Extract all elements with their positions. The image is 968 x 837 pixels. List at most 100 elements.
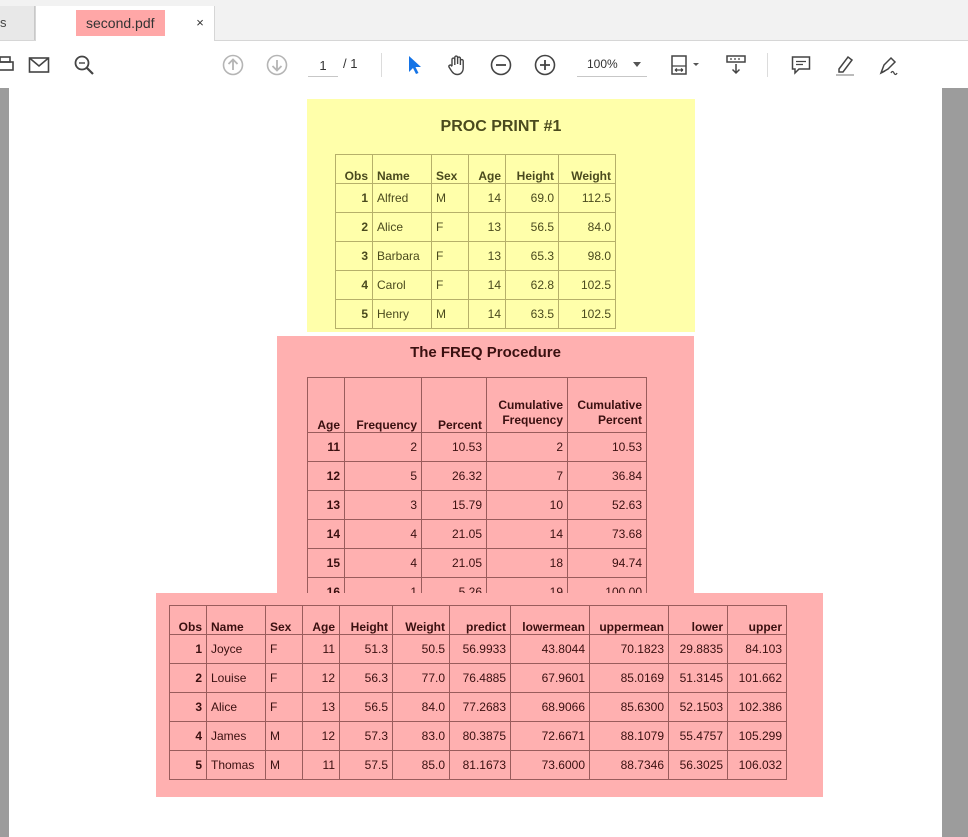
- table-cell: 98.0: [558, 241, 616, 271]
- print-icon[interactable]: [0, 52, 18, 78]
- table-cell: 85.0169: [589, 663, 669, 693]
- table-cell: F: [431, 270, 469, 300]
- table-cell: 5: [344, 461, 422, 491]
- column-header: Height: [339, 605, 393, 635]
- table-cell: 15: [307, 548, 345, 578]
- table-cell: 102.5: [558, 299, 616, 329]
- table-cell: 13: [468, 212, 506, 242]
- mail-icon[interactable]: [26, 52, 52, 78]
- table-cell: 29.8835: [668, 634, 728, 664]
- column-header: Cumulative Percent: [567, 377, 647, 433]
- table-cell: 88.7346: [589, 750, 669, 780]
- column-header: Weight: [558, 154, 616, 184]
- column-header: Obs: [169, 605, 207, 635]
- table-cell: 84.103: [727, 634, 787, 664]
- column-header: Obs: [335, 154, 373, 184]
- table-cell: M: [431, 183, 469, 213]
- table-cell: 72.6671: [510, 721, 590, 751]
- table-row: 14 4 21.05 14 73.68: [307, 519, 647, 549]
- table-cell: 11: [307, 432, 345, 462]
- table-cell: F: [265, 663, 303, 693]
- toolbar-divider: [767, 53, 768, 77]
- table-cell: 43.8044: [510, 634, 590, 664]
- sign-icon[interactable]: [876, 52, 902, 78]
- fit-page-icon[interactable]: [668, 52, 704, 78]
- table-cell: 80.3875: [449, 721, 511, 751]
- tab-previous-label: s: [0, 15, 7, 30]
- table-row: 5 Henry M 14 63.5 102.5: [335, 299, 616, 329]
- column-header: lower: [668, 605, 728, 635]
- toolbar: / 1 100%: [0, 41, 968, 89]
- table-cell: 56.3: [339, 663, 393, 693]
- chevron-down-icon: [633, 62, 641, 67]
- previous-page-icon[interactable]: [220, 52, 246, 78]
- table-cell: 36.84: [567, 461, 647, 491]
- table-cell: 10.53: [421, 432, 487, 462]
- search-icon[interactable]: [71, 52, 97, 78]
- zoom-in-icon[interactable]: [532, 52, 558, 78]
- table-row: 15 4 21.05 18 94.74: [307, 548, 647, 578]
- next-page-icon[interactable]: [264, 52, 290, 78]
- column-header: Height: [505, 154, 559, 184]
- table-cell: 70.1823: [589, 634, 669, 664]
- column-header: Age: [302, 605, 340, 635]
- column-header: Percent: [421, 377, 487, 433]
- tab-strip: s second.pdf ×: [0, 0, 968, 41]
- tab-second-pdf[interactable]: second.pdf ×: [35, 6, 215, 41]
- column-header: predict: [449, 605, 511, 635]
- column-header-line: Cumulative: [498, 398, 563, 412]
- table-cell: Thomas: [206, 750, 266, 780]
- table-header-row: Age Frequency Percent Cumulative Frequency Cu…: [307, 377, 647, 433]
- table-cell: Alice: [206, 692, 266, 722]
- table-cell: 51.3: [339, 634, 393, 664]
- table-cell: 14: [468, 183, 506, 213]
- table-cell: 4: [344, 519, 422, 549]
- table-cell: 69.0: [505, 183, 559, 213]
- zoom-dropdown[interactable]: 100%: [577, 54, 647, 77]
- close-tab-icon[interactable]: ×: [192, 10, 208, 36]
- table-cell: 76.4885: [449, 663, 511, 693]
- hand-tool-icon[interactable]: [444, 52, 470, 78]
- table-cell: 112.5: [558, 183, 616, 213]
- table-row: 4 Carol F 14 62.8 102.5: [335, 270, 616, 300]
- table-cell: 106.032: [727, 750, 787, 780]
- table-cell: F: [431, 241, 469, 271]
- table-cell: 2: [344, 432, 422, 462]
- table-cell: 4: [335, 270, 373, 300]
- table-cell: 1: [169, 634, 207, 664]
- table-cell: 73.68: [567, 519, 647, 549]
- column-header: Name: [372, 154, 432, 184]
- table-cell: 7: [486, 461, 568, 491]
- table-cell: 65.3: [505, 241, 559, 271]
- table-row: 13 3 15.79 10 52.63: [307, 490, 647, 520]
- table-cell: 56.9933: [449, 634, 511, 664]
- table-cell: 15.79: [421, 490, 487, 520]
- comment-icon[interactable]: [788, 52, 814, 78]
- table-cell: 5: [169, 750, 207, 780]
- freq-title: The FREQ Procedure: [410, 344, 561, 361]
- scroll-mode-icon[interactable]: [723, 52, 749, 78]
- proc-print-title: PROC PRINT #1: [440, 118, 562, 135]
- table-row: 1 Alfred M 14 69.0 112.5: [335, 183, 616, 213]
- table-cell: 52.63: [567, 490, 647, 520]
- page-number-input[interactable]: [308, 54, 338, 77]
- table-cell: 14: [486, 519, 568, 549]
- table-cell: Barbara: [372, 241, 432, 271]
- document-viewport[interactable]: PROC PRINT #1 Obs Name Sex Age Height Weight …: [0, 88, 968, 837]
- table-cell: 68.9066: [510, 692, 590, 722]
- table-cell: M: [265, 750, 303, 780]
- zoom-out-icon[interactable]: [488, 52, 514, 78]
- table-cell: 26.32: [421, 461, 487, 491]
- tab-previous[interactable]: s: [0, 6, 35, 40]
- select-cursor-icon[interactable]: [401, 52, 427, 78]
- table-cell: 13: [302, 692, 340, 722]
- table-row: 4 James M 12 57.3 83.0 80.3875 72.6671 88.1079 55…: [169, 721, 787, 751]
- table-cell: 52.1503: [668, 692, 728, 722]
- table-header-row: Obs Name Sex Age Height Weight: [335, 154, 616, 184]
- table-cell: 102.5: [558, 270, 616, 300]
- table-cell: F: [431, 212, 469, 242]
- highlight-icon[interactable]: [832, 52, 858, 78]
- table-cell: 88.1079: [589, 721, 669, 751]
- zoom-value: 100%: [587, 57, 618, 71]
- table-cell: 5: [335, 299, 373, 329]
